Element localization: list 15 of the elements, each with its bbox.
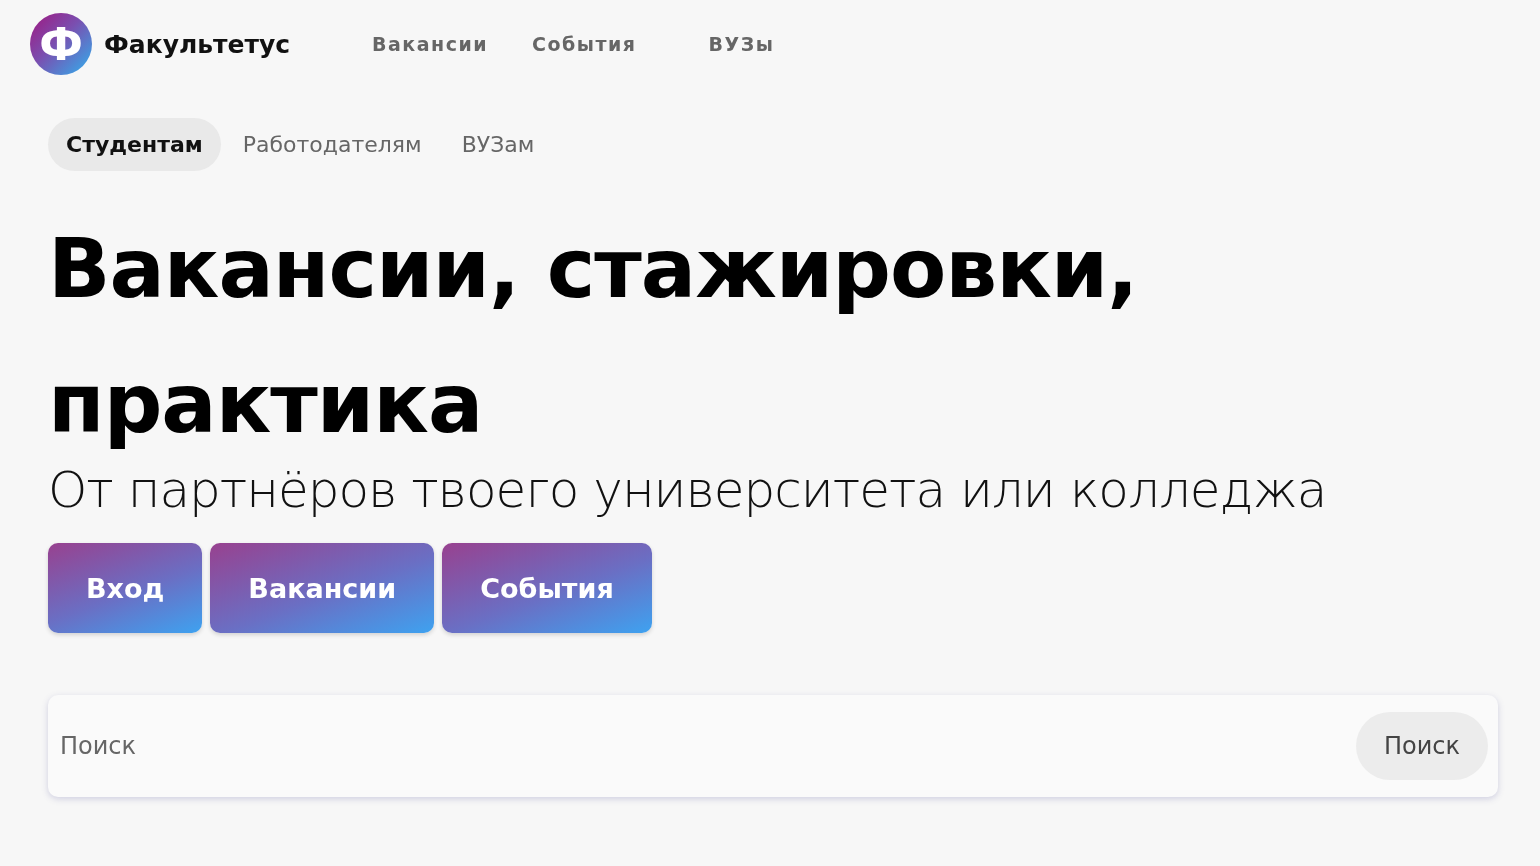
nav-link[interactable]: Вакансии <box>372 33 489 55</box>
audience-tab[interactable]: ВУЗам <box>443 118 553 171</box>
search-field[interactable]: Поиск Поиск <box>48 695 1498 797</box>
audience-tab[interactable]: Работодателям <box>224 118 440 171</box>
audience-tab[interactable]: Студентам <box>48 118 221 171</box>
hero-title: Вакансии, стажировки, практика <box>48 220 1139 453</box>
action-button[interactable]: Вход <box>48 543 203 633</box>
hero-subtitle: От партнёров твоего университета или колледжа <box>48 461 1328 519</box>
nav-link[interactable]: ВУЗы <box>708 33 775 55</box>
action-button[interactable]: Вакансии <box>210 543 435 633</box>
action-button[interactable]: События <box>442 543 652 633</box>
brand-name[interactable]: Факультетус <box>104 29 291 59</box>
nav-link[interactable]: События <box>532 33 637 55</box>
logo-icon[interactable]: Ф <box>30 13 92 75</box>
search-button[interactable]: Поиск <box>1355 712 1488 780</box>
